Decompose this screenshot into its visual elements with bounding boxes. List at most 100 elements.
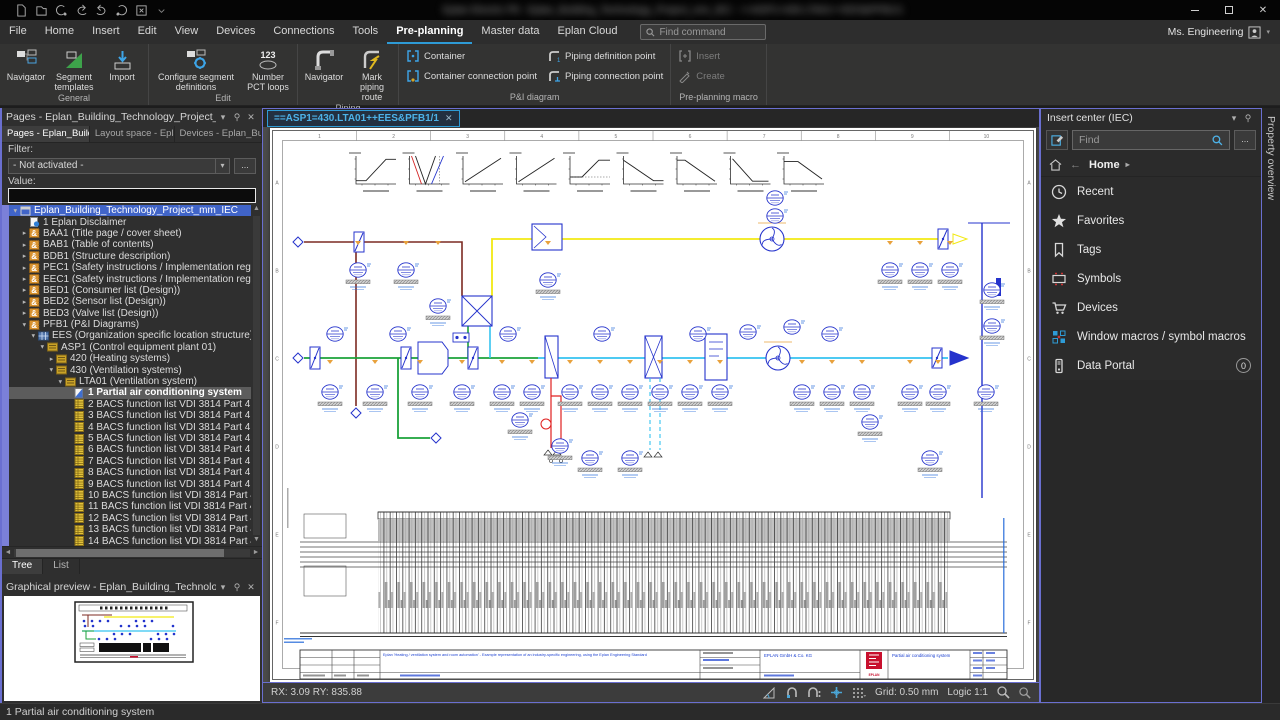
panel-dropdown-icon[interactable]: ▾ <box>216 112 230 123</box>
ribbon-button-number-pct-loops[interactable]: 123Number PCT loops <box>242 45 294 92</box>
tree-item[interactable]: 12 BACS function list VDI 3814 Part 4.3 <box>9 513 251 524</box>
panel-pin-icon[interactable]: ⚲ <box>230 582 244 593</box>
tree-item[interactable]: 3 BACS function list VDI 3814 Part 4.3 <box>9 410 251 421</box>
snap-angle-icon[interactable] <box>763 687 777 699</box>
grid-display-icon[interactable] <box>852 687 866 699</box>
tree-item[interactable]: ▸430 (Ventilation systems) <box>9 364 251 375</box>
filter-combobox[interactable]: - Not activated - ▾ <box>8 158 230 174</box>
insert-item-recent[interactable]: Recent <box>1041 177 1261 206</box>
open-page-icon[interactable] <box>34 3 48 17</box>
tab-list[interactable]: List <box>43 559 80 574</box>
tab-tree[interactable]: Tree <box>2 559 43 574</box>
minimize-button[interactable] <box>1178 0 1212 20</box>
insert-item-window-macros-symbol-macros[interactable]: Window macros / symbol macros <box>1041 322 1261 351</box>
tree-item[interactable]: ▸ASP1 (Control equipment plant 01) <box>9 342 251 353</box>
tab-close-icon[interactable]: ✕ <box>445 113 453 124</box>
panel-pin-icon[interactable]: ⚲ <box>1241 113 1255 124</box>
ribbon-button-piping-definition-point[interactable]: 1Piping definition point <box>544 48 666 64</box>
redo-list-icon[interactable] <box>114 3 128 17</box>
panel-tab-0[interactable]: Pages - Eplan_Buildin... <box>2 126 90 142</box>
tree-item[interactable]: 1 Partial air conditioning system <box>9 387 251 398</box>
ribbon-button-navigator[interactable]: Navigator <box>3 45 49 92</box>
snap-object-icon[interactable] <box>786 687 798 699</box>
redo-icon[interactable] <box>94 3 108 17</box>
tree-item[interactable]: ▸&BAB1 (Table of contents) <box>9 239 251 250</box>
insert-item-data-portal[interactable]: Data Portal0 <box>1041 351 1261 380</box>
ribbon-button-container-connection-point[interactable]: Container connection point <box>403 68 540 84</box>
tree-item[interactable]: 1 Eplan Disclaimer <box>9 216 251 227</box>
menu-tab-insert[interactable]: Insert <box>83 20 129 44</box>
tab-property-overview[interactable]: Property overview <box>1262 108 1280 208</box>
insert-item-favorites[interactable]: Favorites <box>1041 206 1261 235</box>
menu-tab-home[interactable]: Home <box>36 20 83 44</box>
ribbon-button-container[interactable]: Container <box>403 48 540 64</box>
tree-item[interactable]: 5 BACS function list VDI 3814 Part 4.3 <box>9 433 251 444</box>
menu-tab-eplan-cloud[interactable]: Eplan Cloud <box>549 20 627 44</box>
tree-item[interactable]: 9 BACS function list VDI 3814 Part 4.3 <box>9 478 251 489</box>
panel-pin-icon[interactable]: ⚲ <box>230 112 244 123</box>
tree-item[interactable]: ▸&BAA1 (Title page / cover sheet) <box>9 228 251 239</box>
ribbon-button-segment-templates[interactable]: Segment templates <box>51 45 97 92</box>
drawing-canvas[interactable]: 1122334455667788991010AABBCCDDEEFFEplan … <box>263 127 1039 682</box>
insert-item-tags[interactable]: Tags <box>1041 235 1261 264</box>
menu-tab-view[interactable]: View <box>166 20 208 44</box>
tree-item[interactable]: ▸LTA01 (Ventilation system) <box>9 376 251 387</box>
filter-more-button[interactable]: ... <box>234 158 256 174</box>
menu-tab-connections[interactable]: Connections <box>264 20 343 44</box>
tree-item[interactable]: ▸&EEC1 (Safety instructions / Implementa… <box>9 273 251 284</box>
tree-item[interactable]: ▸EES (Organization specific location str… <box>9 330 251 341</box>
center-snap-icon[interactable] <box>830 686 843 699</box>
tree-item[interactable]: 4 BACS function list VDI 3814 Part 4.3 <box>9 421 251 432</box>
zoom-in-icon[interactable] <box>997 686 1010 699</box>
ribbon-button-import[interactable]: Import <box>99 45 145 92</box>
ribbon-button-configure-segment-definitions[interactable]: Configure segment definitions <box>152 45 240 92</box>
new-page-icon[interactable] <box>14 3 28 17</box>
menu-tab-file[interactable]: File <box>0 20 36 44</box>
more-icon[interactable] <box>154 3 168 17</box>
tree-horizontal-scrollbar[interactable]: ◄► <box>2 546 262 558</box>
find-command-box[interactable]: Find command <box>640 24 766 40</box>
panel-tab-1[interactable]: Layout space - Eplan... <box>90 126 175 142</box>
home-icon[interactable] <box>1049 159 1062 171</box>
tree-item[interactable]: ▸&PFB1 (P&I Diagrams) <box>9 319 251 330</box>
tree-item[interactable]: ▸420 (Heating systems) <box>9 353 251 364</box>
insert-center-more-button[interactable]: ... <box>1234 130 1256 150</box>
menu-tab-pre-planning[interactable]: Pre-planning <box>387 20 472 44</box>
value-input[interactable] <box>8 188 256 203</box>
zoom-out-icon[interactable] <box>1019 687 1031 699</box>
insert-item-devices[interactable]: Devices <box>1041 293 1261 322</box>
menu-tab-tools[interactable]: Tools <box>344 20 388 44</box>
undo-icon[interactable] <box>74 3 88 17</box>
tree-scrollbar-left[interactable] <box>2 205 9 546</box>
tree-item[interactable]: ▸&BED2 (Sensor list (Design)) <box>9 296 251 307</box>
snap-grid-icon[interactable] <box>807 687 821 699</box>
tree-item[interactable]: 8 BACS function list VDI 3814 Part 4.3 <box>9 467 251 478</box>
tree-scrollbar-right[interactable]: ▲▼ <box>251 205 262 546</box>
insert-center-find-input[interactable]: Find <box>1072 130 1230 150</box>
tree-item[interactable]: ▸&BED3 (Valve list (Design)) <box>9 308 251 319</box>
menu-tab-edit[interactable]: Edit <box>129 20 166 44</box>
tree-item[interactable]: ▸&BDB1 (Structure description) <box>9 251 251 262</box>
panel-dropdown-icon[interactable]: ▾ <box>216 582 230 593</box>
panel-close-icon[interactable]: ✕ <box>244 112 258 123</box>
maximize-button[interactable] <box>1212 0 1246 20</box>
tree-item[interactable]: ▸&PEC1 (Safety instructions / Implementa… <box>9 262 251 273</box>
undo-list-icon[interactable] <box>54 3 68 17</box>
breadcrumb[interactable]: Home ▸ <box>1089 159 1130 171</box>
panel-tab-2[interactable]: Devices - Eplan_Build... <box>175 126 262 142</box>
user-account[interactable]: Ms. Engineering ▾ <box>1168 26 1280 39</box>
tree-item[interactable]: 14 BACS function list VDI 3814 Part 4.3 <box>9 535 251 546</box>
ribbon-button-piping-connection-point[interactable]: Piping connection point <box>544 68 666 84</box>
tree-item[interactable]: 11 BACS function list VDI 3814 Part 4.3 <box>9 501 251 512</box>
combo-dropdown-icon[interactable]: ▾ <box>215 159 229 173</box>
ribbon-button-navigator[interactable]: Navigator <box>301 45 347 102</box>
panel-close-icon[interactable]: ✕ <box>244 582 258 593</box>
insert-item-symbols[interactable]: Symbols <box>1041 264 1261 293</box>
tree-item[interactable]: ▸Eplan_Building_Technology_Project_mm_IE… <box>9 205 251 216</box>
insert-center-icon[interactable] <box>1046 130 1068 150</box>
tree-item[interactable]: 6 BACS function list VDI 3814 Part 4.3 <box>9 444 251 455</box>
tree-item[interactable]: ▸&BED1 (Consumer list (Design)) <box>9 285 251 296</box>
ribbon-button-mark-piping-route[interactable]: Mark piping route <box>349 45 395 102</box>
panel-dropdown-icon[interactable]: ▾ <box>1227 113 1241 124</box>
tree-item[interactable]: 7 BACS function list VDI 3814 Part 4.3 <box>9 456 251 467</box>
